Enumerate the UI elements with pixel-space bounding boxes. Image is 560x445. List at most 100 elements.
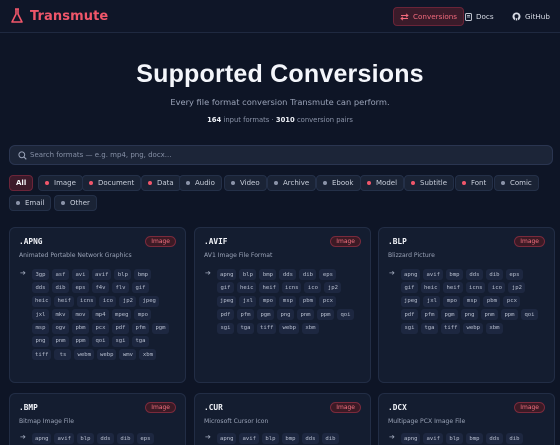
target-format-chip[interactable]: mkv [52,309,69,321]
target-format-chip[interactable]: ts [54,349,72,361]
target-format-chip[interactable]: asf [52,269,69,280]
target-format-chip[interactable]: bmp [445,269,463,280]
target-format-chip[interactable]: mpo [134,309,152,321]
target-format-chip[interactable]: mpeg [112,309,132,321]
nav-conversions-button[interactable]: Conversions [393,7,465,26]
target-format-chip[interactable]: png [461,309,478,321]
target-format-chip[interactable]: apng [401,269,421,280]
target-format-chip[interactable]: gif [217,282,234,294]
target-format-chip[interactable]: webm [74,349,94,361]
target-format-chip[interactable]: qoi [521,309,538,321]
target-format-chip[interactable]: bmp [134,269,152,280]
target-format-chip[interactable]: sgi [112,335,129,347]
target-format-chip[interactable]: heic [32,295,52,307]
target-format-chip[interactable]: dib [321,433,339,444]
target-format-chip[interactable]: dib [485,269,503,280]
target-format-chip[interactable]: eps [319,269,337,280]
target-format-chip[interactable]: pbm [483,295,501,307]
search-input[interactable] [30,148,530,162]
target-format-chip[interactable]: pfm [237,309,254,321]
target-format-chip[interactable]: gif [132,282,149,294]
target-format-chip[interactable]: avif [423,269,443,280]
target-format-chip[interactable]: avif [423,433,443,444]
target-format-chip[interactable]: icns [76,295,97,307]
target-format-chip[interactable]: pdf [112,322,129,334]
target-format-chip[interactable]: apng [32,433,52,444]
target-format-chip[interactable]: mpo [259,295,277,307]
target-format-chip[interactable]: jp2 [119,295,137,307]
target-format-chip[interactable]: jpeg [139,295,159,307]
target-format-chip[interactable]: jpeg [217,295,237,307]
target-format-chip[interactable]: avi [72,269,89,280]
target-format-chip[interactable]: blp [261,433,279,444]
target-format-chip[interactable]: flv [112,282,129,294]
target-format-chip[interactable]: jpeg [401,295,421,307]
target-format-chip[interactable]: bmp [259,269,277,280]
search-bar[interactable] [9,145,553,165]
target-format-chip[interactable]: dib [505,433,523,444]
target-format-chip[interactable]: gif [401,282,418,294]
filter-document[interactable]: Document [82,175,142,191]
target-format-chip[interactable]: pnm [481,309,498,321]
target-format-chip[interactable]: pdf [401,309,418,321]
target-format-chip[interactable]: mp4 [92,309,109,321]
filter-email[interactable]: Email [9,195,52,211]
nav-github-button[interactable]: GitHub [506,7,556,26]
target-format-chip[interactable]: dib [116,433,134,444]
target-format-chip[interactable]: jp2 [324,282,342,294]
target-format-chip[interactable]: bmp [281,433,299,444]
target-format-chip[interactable]: eps [505,269,523,280]
nav-docs-button[interactable]: Docs [459,7,500,26]
target-format-chip[interactable]: ico [488,282,506,294]
target-format-chip[interactable]: ppm [72,335,89,347]
target-format-chip[interactable]: dds [485,433,503,444]
target-format-chip[interactable]: jxl [423,295,441,307]
target-format-chip[interactable]: pfm [132,322,149,334]
target-format-chip[interactable]: ico [99,295,117,307]
filter-font[interactable]: Font [455,175,494,191]
target-format-chip[interactable]: heif [443,282,463,294]
target-format-chip[interactable]: apng [217,269,237,280]
target-format-chip[interactable]: pdf [217,309,234,321]
filter-subtitle[interactable]: Subtitle [404,175,455,191]
target-format-chip[interactable]: tiff [257,322,277,334]
target-format-chip[interactable]: qoi [337,309,354,321]
target-format-chip[interactable]: blp [445,433,463,444]
target-format-chip[interactable]: pcx [92,322,109,334]
target-format-chip[interactable]: avif [239,433,259,444]
target-format-chip[interactable]: wmv [119,349,137,361]
filter-image[interactable]: Image [38,175,83,191]
target-format-chip[interactable]: webp [96,349,117,361]
target-format-chip[interactable]: avif [92,269,112,280]
target-format-chip[interactable]: pbm [72,322,89,334]
target-format-chip[interactable]: xbm [301,322,319,334]
target-format-chip[interactable]: pfm [421,309,438,321]
target-format-chip[interactable]: heic [237,282,257,294]
target-format-chip[interactable]: msp [32,322,49,334]
target-format-chip[interactable]: pcx [319,295,337,307]
target-format-chip[interactable]: jxl [32,309,49,321]
target-format-chip[interactable]: dds [301,433,319,444]
filter-audio[interactable]: Audio [179,175,222,191]
target-format-chip[interactable]: pgm [152,322,169,334]
filter-other[interactable]: Other [54,195,97,211]
target-format-chip[interactable]: blp [114,269,132,280]
target-format-chip[interactable]: xbm [139,349,157,361]
target-format-chip[interactable]: jp2 [508,282,526,294]
target-format-chip[interactable]: dib [299,269,317,280]
target-format-chip[interactable]: msp [463,295,481,307]
target-format-chip[interactable]: tga [132,335,149,347]
target-format-chip[interactable]: f4v [92,282,109,294]
target-format-chip[interactable]: avif [54,433,74,444]
target-format-chip[interactable]: tga [421,322,438,334]
target-format-chip[interactable]: apng [401,433,421,444]
target-format-chip[interactable]: heif [54,295,74,307]
target-format-chip[interactable]: pnm [52,335,69,347]
target-format-chip[interactable]: icns [281,282,302,294]
target-format-chip[interactable]: dib [52,282,69,294]
target-format-chip[interactable]: webp [279,322,299,334]
target-format-chip[interactable]: sgi [401,322,418,334]
target-format-chip[interactable]: mpo [443,295,461,307]
target-format-chip[interactable]: xbm [485,322,503,334]
brand[interactable]: Transmute [10,8,108,24]
